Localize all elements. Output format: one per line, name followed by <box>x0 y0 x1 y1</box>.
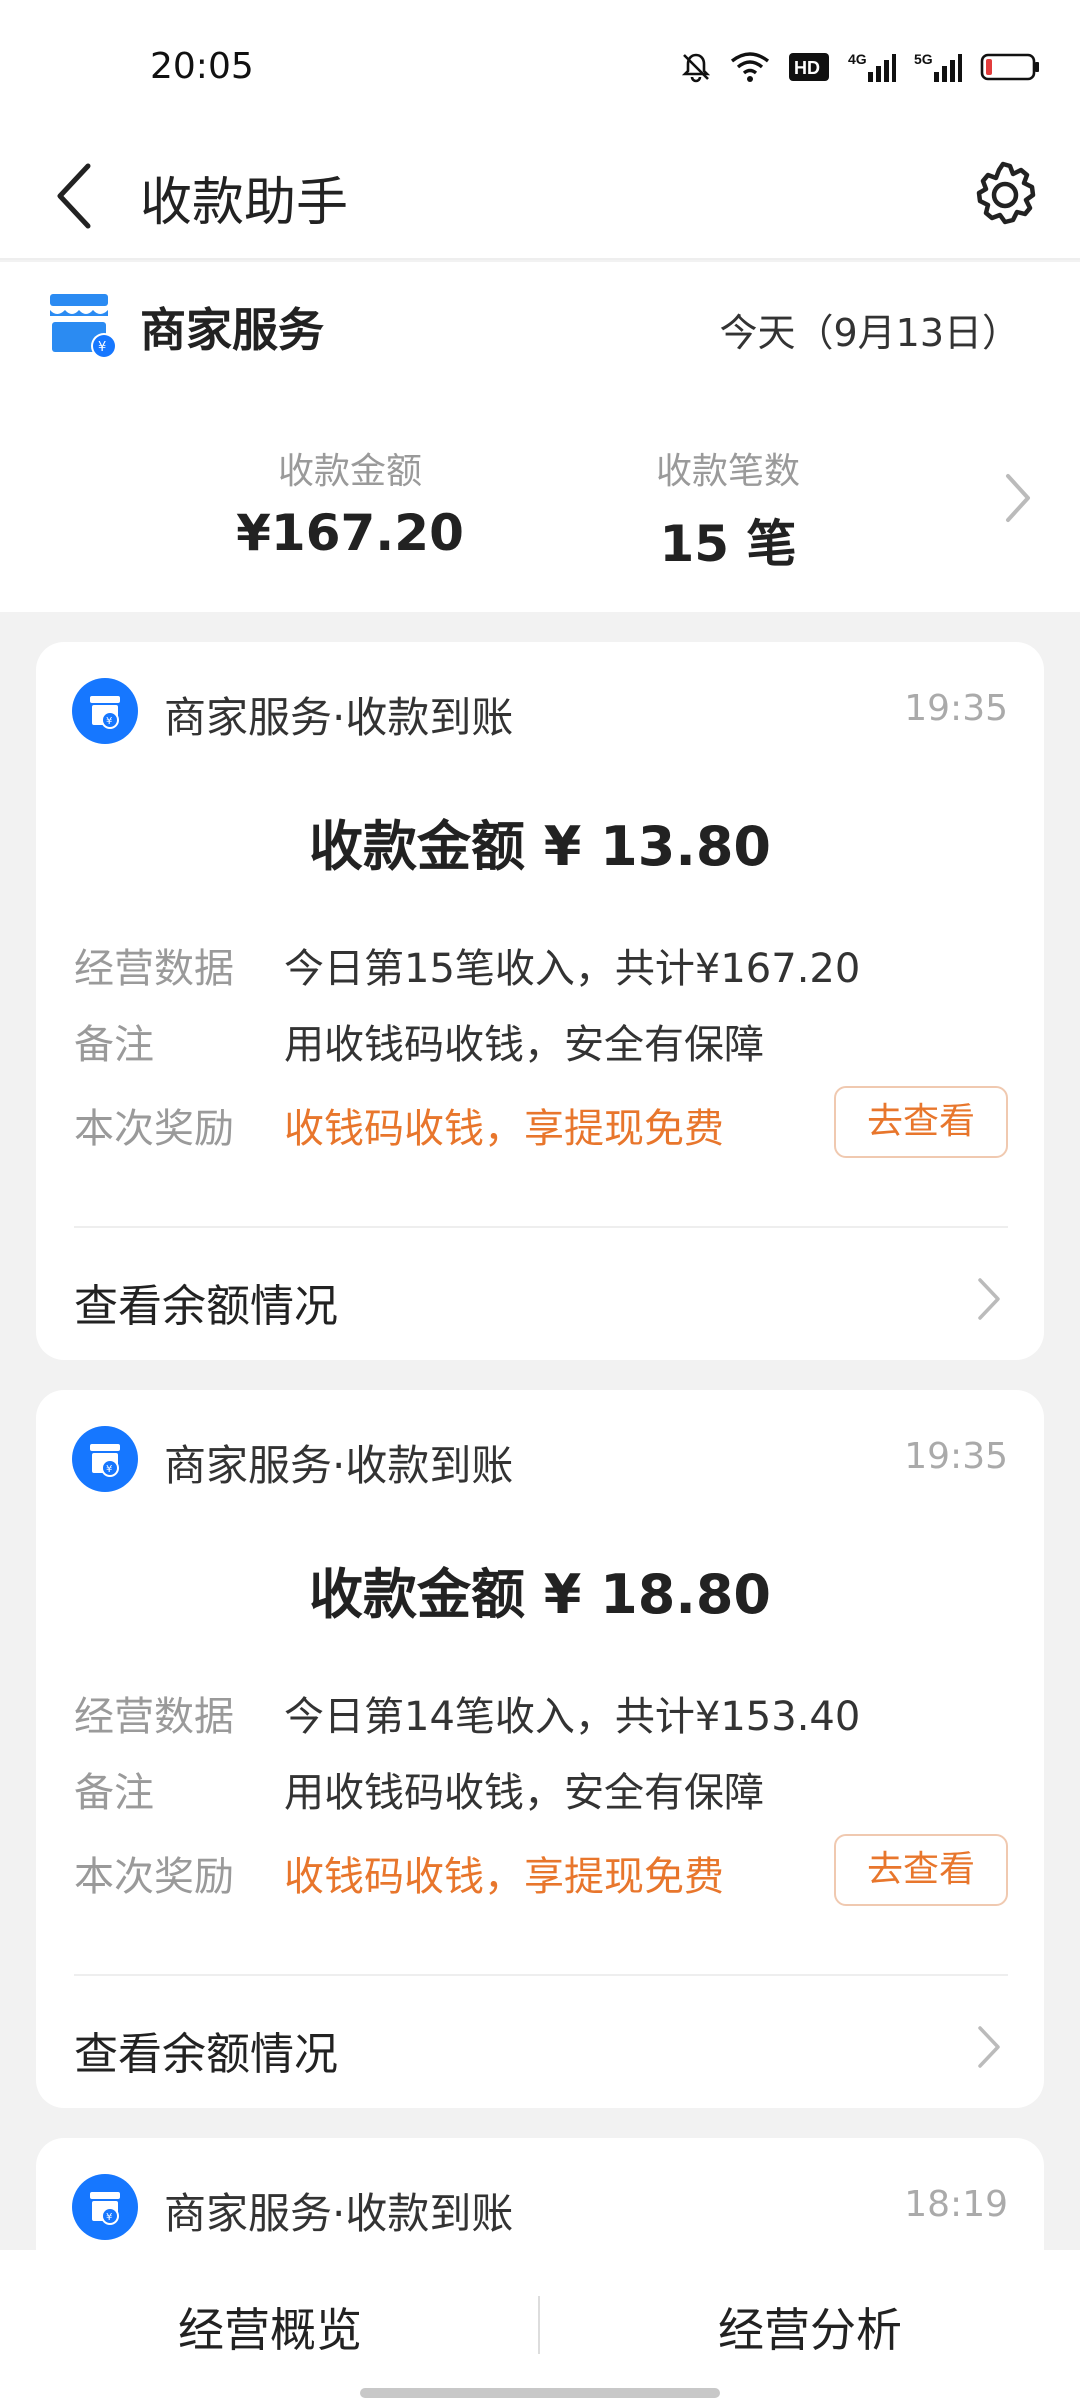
merchant-name: 商家服务 <box>140 303 324 357</box>
home-indicator[interactable] <box>360 2388 720 2398</box>
status-icons: HD 4G 5G <box>680 50 1040 84</box>
payment-card: ¥ 商家服务·收款到账 19:35 收款金额 ¥ 18.80 经营数据 今日第1… <box>36 1390 1044 2108</box>
nav-business-analysis[interactable]: 经营分析 <box>660 2294 960 2360</box>
business-data-value: 今日第15笔收入，共计¥167.20 <box>284 946 861 992</box>
amount-value: ¥167.20 <box>236 504 464 562</box>
bottom-nav: 经营概览 经营分析 <box>0 2250 1080 2400</box>
amount-stat: 收款金额 ¥167.20 <box>190 442 510 562</box>
gear-icon <box>976 161 1036 225</box>
nav-business-overview[interactable]: 经营概览 <box>120 2294 420 2360</box>
app-header: 收款助手 <box>0 130 1080 260</box>
note-label: 备注 <box>74 1770 154 1816</box>
summary-chevron-right-icon[interactable] <box>1000 470 1036 526</box>
note-value: 用收钱码收钱，安全有保障 <box>284 1770 764 1816</box>
5g-signal-icon: 5G <box>914 51 962 82</box>
settings-button[interactable] <box>958 150 1048 240</box>
svg-text:5G: 5G <box>914 51 933 67</box>
view-reward-button[interactable]: 去查看 <box>834 1086 1008 1158</box>
reward-value: 收钱码收钱，享提现免费 <box>284 1854 724 1900</box>
card-time: 19:35 <box>904 688 1008 729</box>
store-coin-icon: ¥ <box>72 2174 138 2240</box>
view-reward-button[interactable]: 去查看 <box>834 1834 1008 1906</box>
count-stat: 收款笔数 15 笔 <box>568 442 888 576</box>
reward-value: 收钱码收钱，享提现免费 <box>284 1106 724 1152</box>
daily-summary: ¥ 商家服务 今天（9月13日） 收款金额 ¥167.20 收款笔数 15 笔 <box>0 262 1080 612</box>
svg-text:4G: 4G <box>848 51 867 67</box>
svg-text:¥: ¥ <box>106 2212 112 2223</box>
date-label: 今天（9月13日） <box>719 311 1020 355</box>
store-coin-icon: ¥ <box>72 1426 138 1492</box>
count-value: 15 笔 <box>659 515 797 573</box>
card-title: 商家服务·收款到账 <box>164 1441 514 1490</box>
card-amount: 收款金额 ¥ 18.80 <box>309 1563 771 1626</box>
hd-icon: HD <box>789 53 829 81</box>
nav-divider <box>538 2296 540 2354</box>
mute-icon <box>681 53 711 83</box>
status-time: 20:05 <box>150 46 254 87</box>
svg-text:¥: ¥ <box>106 716 112 727</box>
svg-text:HD: HD <box>794 58 820 78</box>
page-title: 收款助手 <box>140 173 349 233</box>
view-balance-link[interactable]: 查看余额情况 <box>74 1270 338 1334</box>
reward-label: 本次奖励 <box>74 1106 234 1152</box>
business-data-label: 经营数据 <box>74 1694 234 1740</box>
card-time: 18:19 <box>904 2184 1008 2225</box>
store-coin-icon: ¥ <box>72 678 138 744</box>
card-time: 19:35 <box>904 1436 1008 1477</box>
status-bar: 20:05 HD 4G 5G <box>0 0 1080 130</box>
business-data-value: 今日第14笔收入，共计¥153.40 <box>284 1694 861 1740</box>
note-label: 备注 <box>74 1022 154 1068</box>
battery-icon <box>980 53 1039 81</box>
card-amount: 收款金额 ¥ 13.80 <box>309 815 771 878</box>
back-arrow-icon <box>57 163 91 229</box>
4g-signal-icon: 4G <box>848 51 896 82</box>
payment-card: ¥ 商家服务·收款到账 19:35 收款金额 ¥ 13.80 经营数据 今日第1… <box>36 642 1044 1360</box>
note-value: 用收钱码收钱，安全有保障 <box>284 1022 764 1068</box>
reward-label: 本次奖励 <box>74 1854 234 1900</box>
back-button[interactable] <box>48 158 108 234</box>
business-data-label: 经营数据 <box>74 946 234 992</box>
wifi-icon <box>730 52 770 82</box>
amount-label: 收款金额 <box>277 451 422 492</box>
card-divider <box>74 1226 1008 1228</box>
svg-text:¥: ¥ <box>106 1464 112 1475</box>
card-title: 商家服务·收款到账 <box>164 2189 514 2238</box>
card-title: 商家服务·收款到账 <box>164 693 514 742</box>
chevron-right-icon[interactable] <box>974 1274 1004 1324</box>
chevron-right-icon[interactable] <box>974 2022 1004 2072</box>
merchant-store-icon: ¥ <box>46 290 118 362</box>
svg-text:¥: ¥ <box>98 340 106 355</box>
view-balance-link[interactable]: 查看余额情况 <box>74 2018 338 2082</box>
card-divider <box>74 1974 1008 1976</box>
count-label: 收款笔数 <box>655 451 800 492</box>
